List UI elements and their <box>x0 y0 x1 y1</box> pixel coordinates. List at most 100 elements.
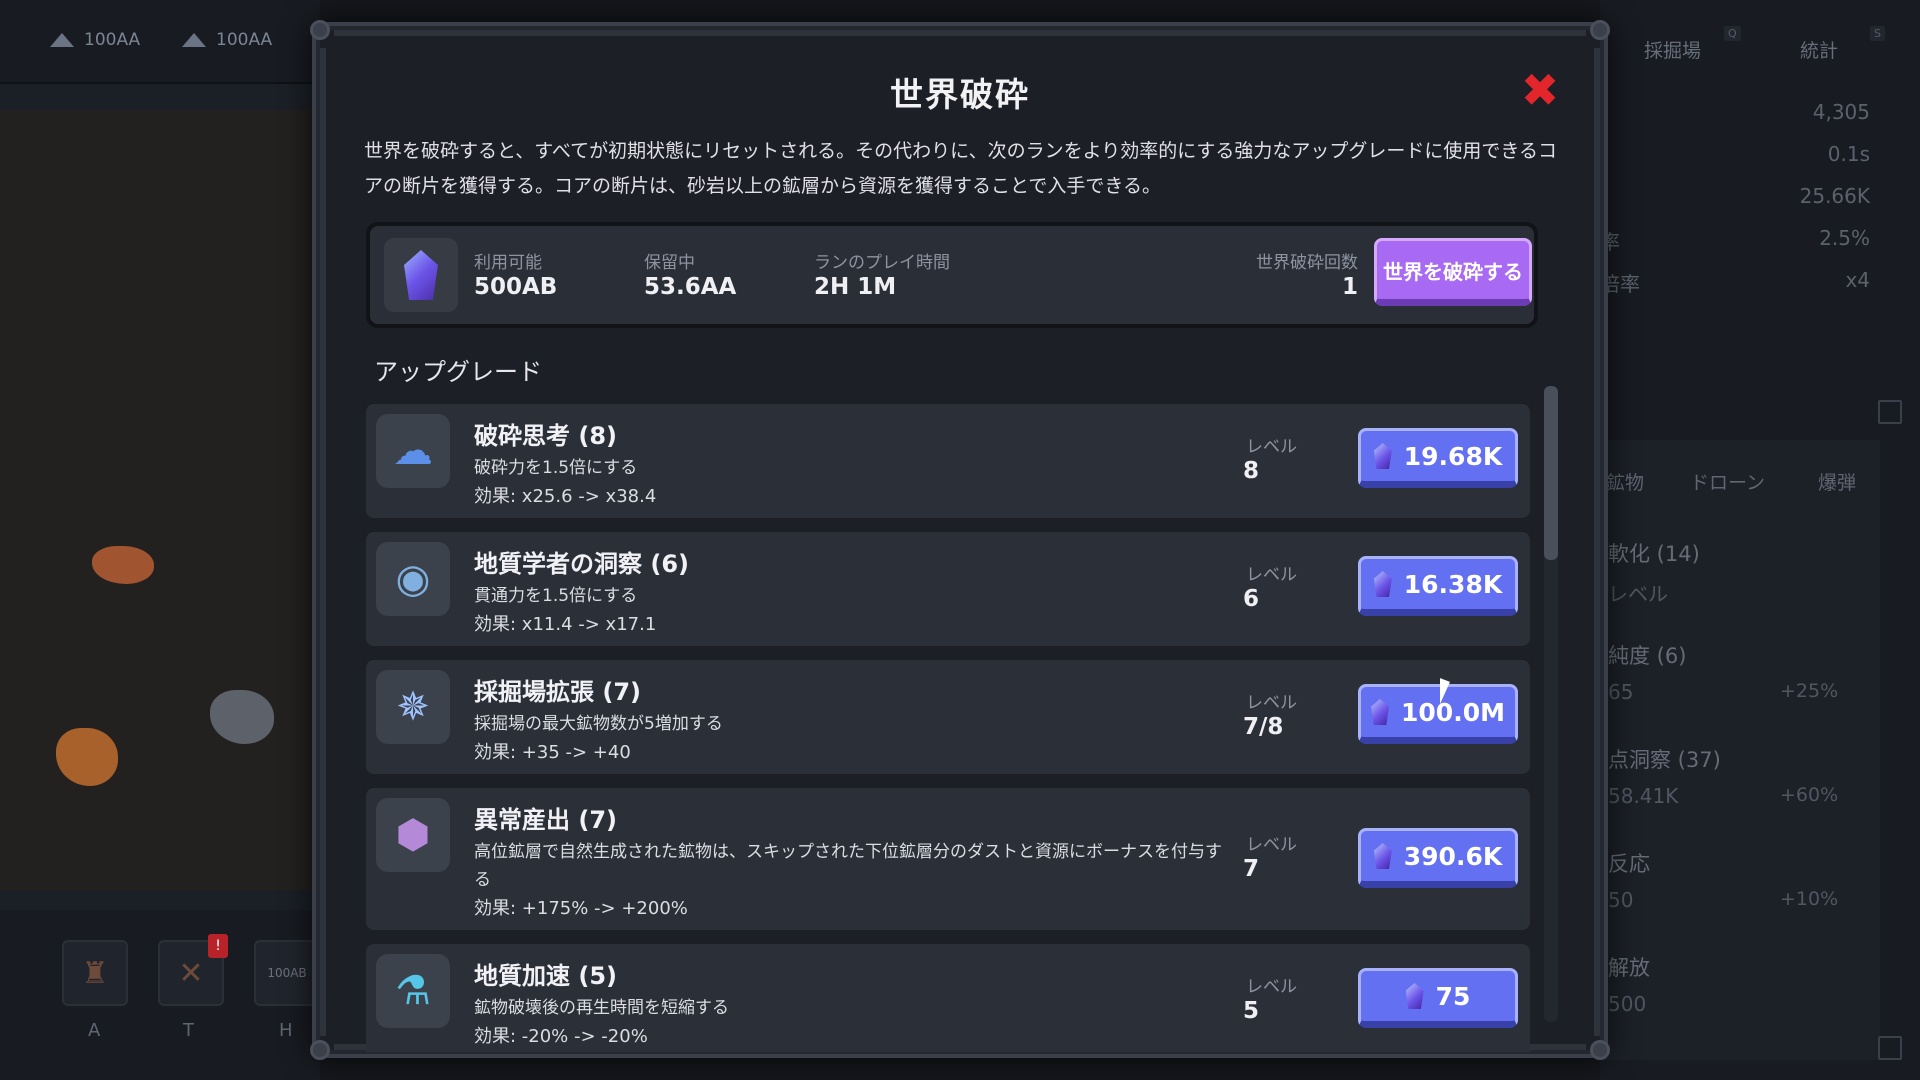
scrollbar-thumb[interactable] <box>1544 386 1558 560</box>
upgrade-effect: 効果: +35 -> +40 <box>474 742 631 763</box>
buy-upgrade-button[interactable]: 75 <box>1358 968 1518 1028</box>
dialog-title: 世界破砕 <box>890 75 1030 114</box>
rivet-icon <box>1590 20 1610 40</box>
buy-upgrade-button[interactable]: 16.38K <box>1358 556 1518 616</box>
crystal-icon <box>404 250 438 300</box>
shatter-count-value: 1 <box>1341 274 1358 300</box>
dialog-description: 世界を破砕すると、すべてが初期状態にリセットされる。その代わりに、次のランをより… <box>364 140 1558 197</box>
available-value: 500AB <box>474 274 558 300</box>
side-upgrade-name: 軟化 (14) <box>1608 542 1700 566</box>
upgrade-effect: 効果: x25.6 -> x38.4 <box>474 486 657 507</box>
upgrade-card: ⬢ 異常産出 (7) 高位鉱層で自然生成された鉱物は、スキップされた下位鉱層分の… <box>366 788 1530 930</box>
upgrade-price: 75 <box>1435 981 1471 1011</box>
upgrade-price: 100.0M <box>1401 697 1505 727</box>
buy-upgrade-button[interactable]: 100.0M <box>1358 684 1518 744</box>
upgrade-name: 地質加速 (5) <box>474 962 617 990</box>
hotkey-label: Q <box>1724 26 1741 41</box>
rivet-icon <box>1590 1040 1610 1060</box>
drill-icon: 100AB <box>267 966 307 980</box>
frame-rail <box>334 30 1586 36</box>
buy-upgrade-button[interactable]: 390.6K <box>1358 828 1518 888</box>
upgrade-card: ☁ 破砕思考 (8) 破砕力を1.5倍にする 効果: x25.6 -> x38.… <box>366 404 1530 518</box>
shatter-world-button[interactable]: 世界を破砕する <box>1374 238 1532 306</box>
side-upgrade-value: +60% <box>1780 784 1839 806</box>
upgrade-description: 破砕力を1.5倍にする <box>474 458 638 478</box>
rivet-icon <box>310 20 330 40</box>
crystal-icon <box>1373 571 1392 597</box>
upgrade-name: 地質学者の洞察 (6) <box>474 550 689 578</box>
tab-minerals[interactable]: 鉱物 <box>1606 468 1644 495</box>
trophy-icon: ♜ <box>81 955 109 991</box>
brain-icon: ☁ <box>376 414 450 488</box>
level-value: 7 <box>1243 856 1260 882</box>
upgrade-effect: 効果: x11.4 -> x17.1 <box>474 614 657 635</box>
side-upgrade-sub: 500 <box>1608 992 1647 1016</box>
close-button[interactable]: ✖ <box>1518 67 1562 113</box>
hotbar-key: H <box>279 1020 293 1041</box>
level-label: レベル <box>1246 437 1297 457</box>
hotbar-key: T <box>183 1020 194 1041</box>
close-icon: ✖ <box>1520 63 1560 117</box>
crystal-icon <box>1405 983 1424 1009</box>
expansion-icon: ✵ <box>376 670 450 744</box>
level-label: レベル <box>1246 977 1297 997</box>
playtime-value: 2H 1M <box>814 274 897 300</box>
upgrade-name: 異常産出 (7) <box>474 806 617 834</box>
level-label: レベル <box>1246 835 1297 855</box>
available-label: 利用可能 <box>474 253 542 273</box>
playtime-label: ランのプレイ時間 <box>814 253 950 273</box>
crystal-icon <box>1373 443 1392 469</box>
hotbar-slot-drill[interactable]: 100AB <box>254 940 320 1006</box>
eye-icon: ◉ <box>376 542 450 616</box>
upgrades-heading: アップグレード <box>374 358 542 386</box>
side-upgrade-sub: 65 <box>1608 680 1634 704</box>
resource-counter-1: 100AA <box>50 30 140 50</box>
mouse-cursor-icon <box>1440 678 1450 708</box>
level-value: 6 <box>1243 586 1260 612</box>
upgrade-price: 390.6K <box>1403 841 1503 871</box>
shatter-info-panel: 利用可能 500AB 保留中 53.6AA ランのプレイ時間 2H 1M 世界破… <box>366 222 1538 328</box>
frame-rail <box>1594 48 1600 1036</box>
level-value: 7/8 <box>1243 714 1284 740</box>
tab-stats[interactable]: 統計 <box>1800 36 1838 63</box>
resource-icon <box>50 33 74 47</box>
tools-icon: ✕ <box>178 955 204 991</box>
upgrade-card: ✵ 採掘場拡張 (7) 採掘場の最大鉱物数が5増加する 効果: +35 -> +… <box>366 660 1530 774</box>
core-fragment-icon <box>384 238 458 312</box>
hotkey-label: S <box>1870 26 1885 41</box>
level-value: 5 <box>1243 998 1260 1024</box>
alert-badge: ! <box>208 934 228 958</box>
tab-mine[interactable]: 採掘場 <box>1644 36 1701 63</box>
upgrade-description: 高位鉱層で自然生成された鉱物は、スキップされた下位鉱層分のダストと資源にボーナス… <box>474 842 1222 890</box>
tab-drones[interactable]: ドローン <box>1690 468 1765 495</box>
upgrade-name: 採掘場拡張 (7) <box>474 678 641 706</box>
expand-icon[interactable] <box>1878 1036 1902 1060</box>
rivet-icon <box>310 1040 330 1060</box>
upgrade-list[interactable]: ☁ 破砕思考 (8) 破砕力を1.5倍にする 効果: x25.6 -> x38.… <box>366 404 1534 1052</box>
side-upgrade-sub: 58.41K <box>1608 784 1679 808</box>
held-label: 保留中 <box>644 253 695 273</box>
tab-bombs[interactable]: 爆弾 <box>1818 468 1856 495</box>
side-upgrade-value: +10% <box>1780 888 1839 910</box>
shatter-count-label: 世界破砕回数 <box>1256 253 1358 273</box>
world-shatter-dialog: 世界破砕 ✖ 世界を破砕すると、すべてが初期状態にリセットされる。その代わりに、… <box>310 20 1610 1060</box>
side-upgrade-sub: 50 <box>1608 888 1634 912</box>
expand-icon[interactable] <box>1878 400 1902 424</box>
upgrade-effect: 効果: -20% -> -20% <box>474 1026 648 1047</box>
resource-counter-2: 100AA <box>182 30 272 50</box>
crystal-icon <box>1373 843 1392 869</box>
mine-ground <box>0 110 320 890</box>
hotbar-slot-trophy[interactable]: ♜ <box>62 940 128 1006</box>
upgrade-description: 鉱物破壊後の再生時間を短縮する <box>474 998 729 1018</box>
held-value: 53.6AA <box>644 274 737 300</box>
upgrade-effect: 効果: +175% -> +200% <box>474 898 688 919</box>
upgrade-card: ⚗ 地質加速 (5) 鉱物破壊後の再生時間を短縮する 効果: -20% -> -… <box>366 944 1530 1052</box>
upgrade-description: 採掘場の最大鉱物数が5増加する <box>474 714 723 734</box>
level-label: レベル <box>1246 565 1297 585</box>
buy-upgrade-button[interactable]: 19.68K <box>1358 428 1518 488</box>
crystal-icon <box>1371 699 1390 725</box>
side-upgrade-name: 点洞察 (37) <box>1608 748 1721 772</box>
upgrade-name: 破砕思考 (8) <box>474 422 617 450</box>
upgrade-price: 16.38K <box>1403 569 1503 599</box>
level-value: 8 <box>1243 458 1260 484</box>
